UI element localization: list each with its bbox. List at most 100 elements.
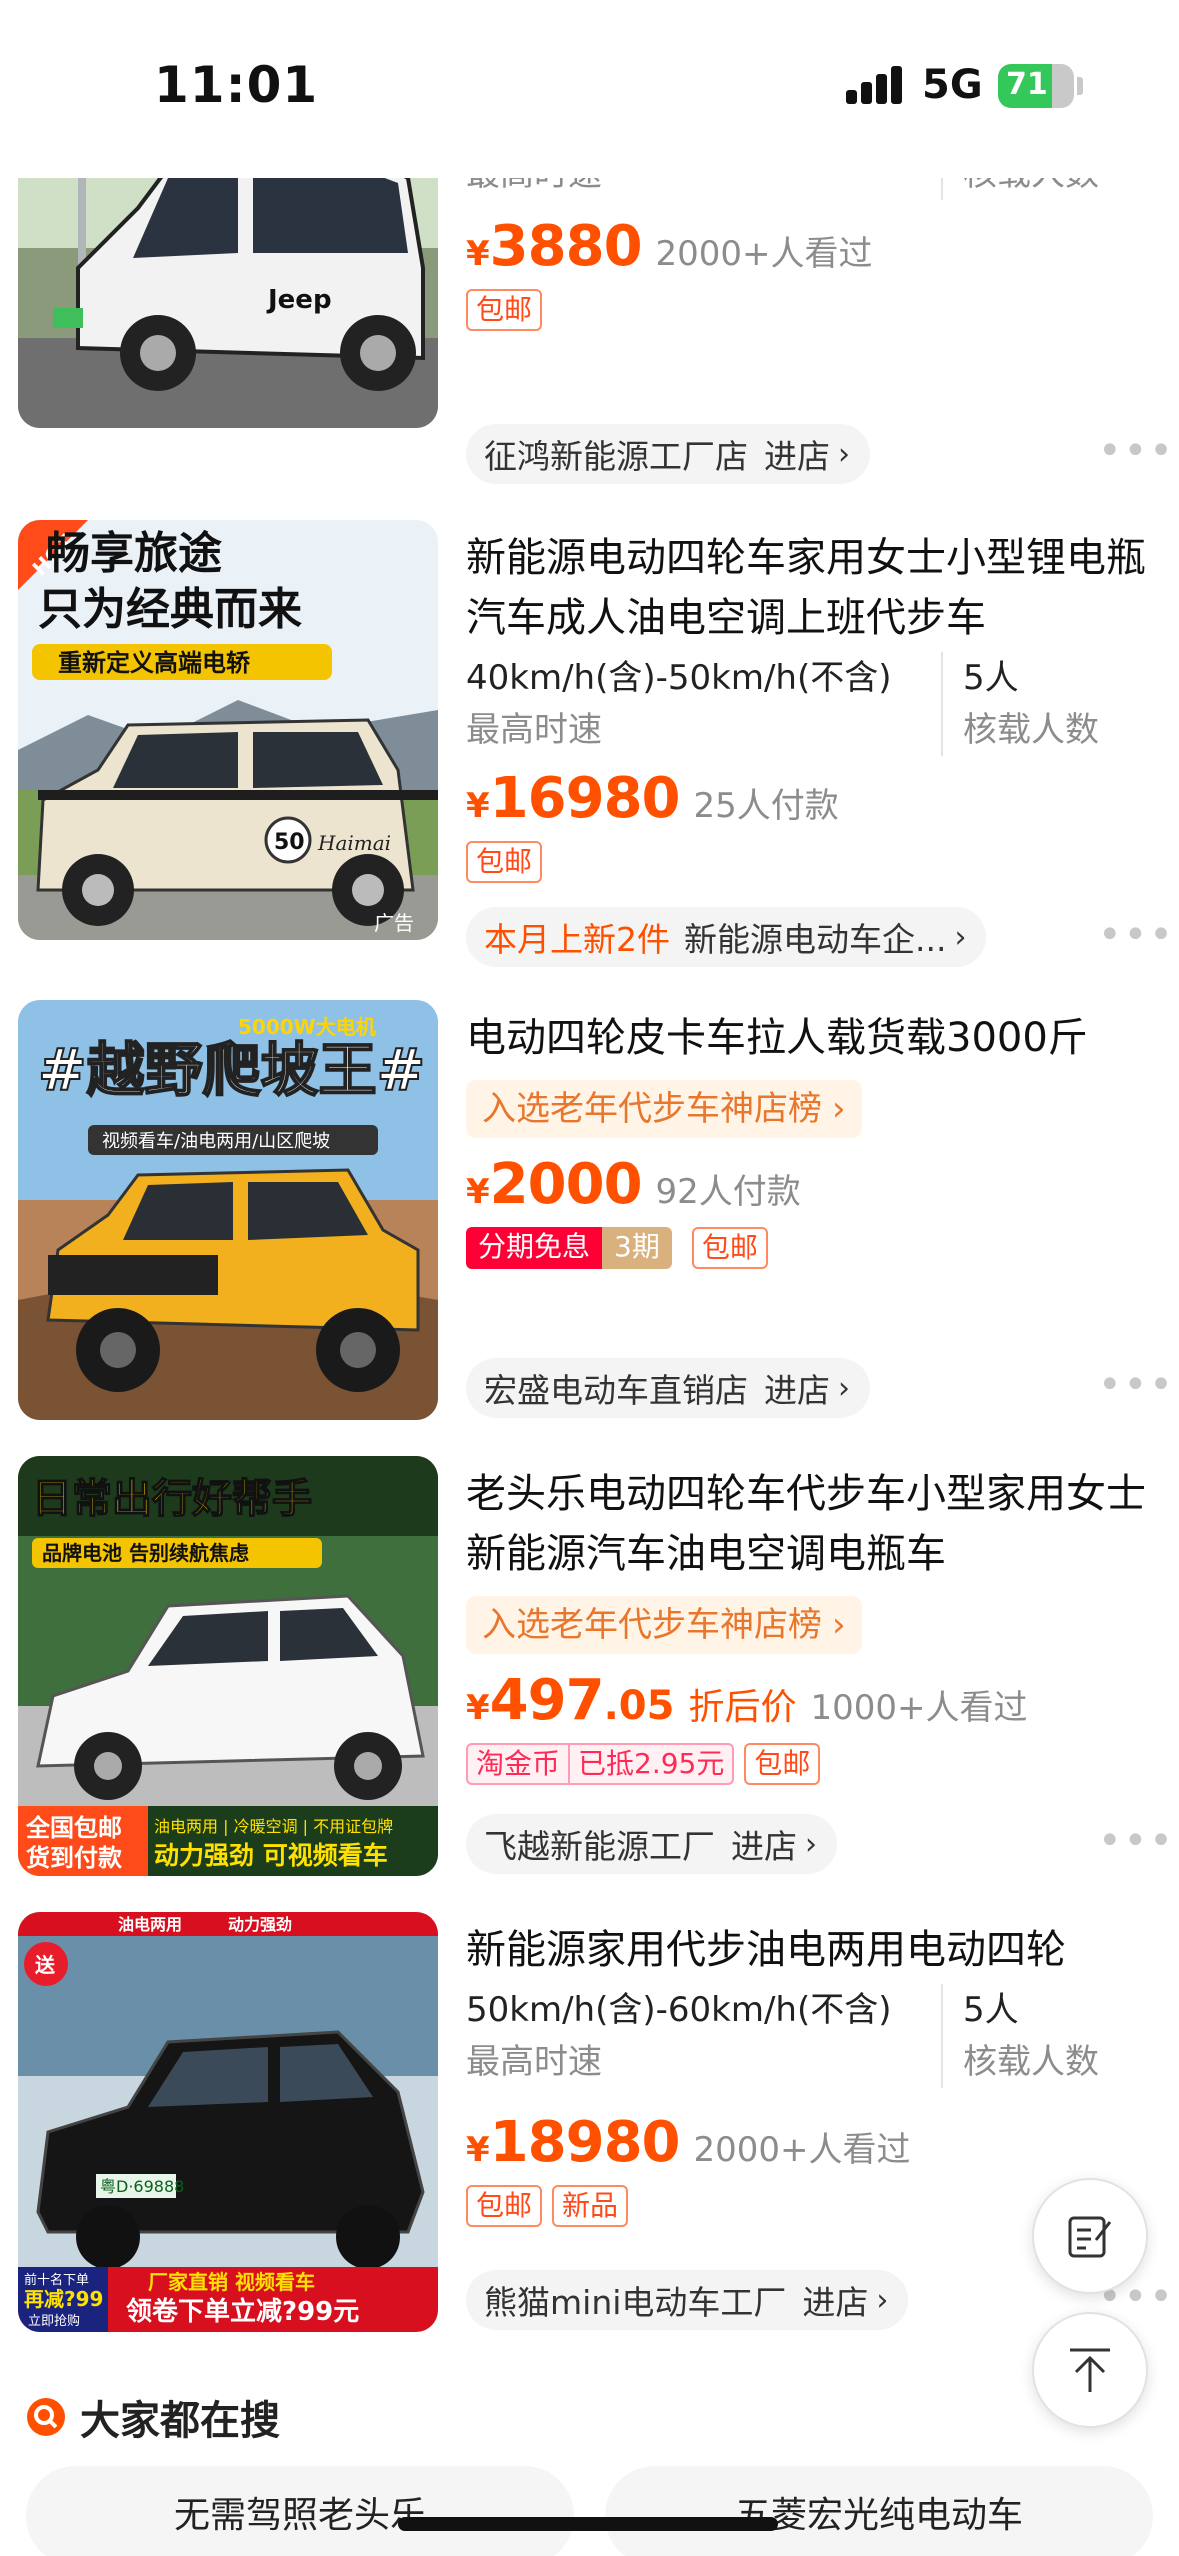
chevron-right-icon: › [805, 1826, 817, 1862]
image-headline: #越野爬坡王# [38, 1036, 425, 1104]
more-icon[interactable]: ••• [1098, 428, 1175, 474]
image-top-2: 动力强劲 [228, 1915, 292, 1934]
spec-capacity-label: 核载人数 [963, 2042, 1099, 2082]
hot-search-label: 大家都在搜 [80, 2398, 280, 2444]
store-enter: 进店 [764, 1371, 830, 1410]
back-to-top-icon [1070, 2348, 1110, 2392]
image-banner: 品牌电池 告别续航焦虑 [42, 1541, 249, 1565]
image-promo-button: 立即抢购 [28, 2313, 80, 2329]
tag-free-shipping: 包邮 [744, 1743, 821, 1785]
search-suggestion[interactable]: 五菱宏光纯电动车 [605, 2466, 1153, 2556]
edit-icon [1068, 2216, 1112, 2258]
product-image[interactable]: #越野爬坡王# 5000W大电机 视频看车/油电两用/山区爬坡 [18, 1000, 438, 1420]
image-plate: 粤D·69888 [100, 2177, 184, 2196]
chevron-right-icon: › [838, 1370, 850, 1406]
image-right-1: 油电两用 | 冷暖空调 | 不用证包牌 [154, 1817, 393, 1836]
product-sold: 1000+人看过 [810, 1688, 1028, 1728]
tag-installment: 分期免息 [466, 1227, 603, 1269]
currency-symbol: ¥ [466, 1172, 490, 1212]
store-name: 新能源电动车企... [684, 920, 947, 959]
battery-percent: 71 [1006, 67, 1048, 102]
product-image[interactable]: 油电两用 动力强劲 送 粤D·69888 前十名下单 再减?99 立即抢购 厂家… [18, 1912, 438, 2332]
network-label: 5G [922, 62, 983, 108]
spec-speed-label: 最高时速 [466, 710, 602, 750]
image-top-1: 油电两用 [118, 1915, 182, 1934]
product-image[interactable]: 日常出行好帮手 品牌电池 告别续航焦虑 全国包邮 货到付款 油电两用 | 冷暖空… [18, 1456, 438, 1876]
spec-speed-value: 40km/h(含)-50km/h(不含) [466, 658, 892, 698]
more-icon[interactable]: ••• [1098, 1362, 1175, 1408]
more-icon[interactable]: ••• [1098, 912, 1175, 958]
product-price: 18980 [489, 2110, 681, 2175]
image-banner: 重新定义高端电轿 [58, 649, 251, 677]
tag-installment-term: 3期 [602, 1227, 672, 1269]
image-headline: 畅享旅途 [46, 528, 222, 579]
product-title[interactable]: 新能源电动四轮车家用女士小型锂电瓶汽车成人油电空调上班代步车 [466, 528, 1156, 648]
tag-free-shipping: 包邮 [466, 841, 543, 883]
tag-coin-value: 已抵2.95元 [570, 1743, 735, 1785]
product-price: 3880 [489, 214, 643, 279]
store-enter: 进店 [802, 2283, 869, 2322]
image-motor: 5000W大电机 [238, 1015, 376, 1039]
product-price: 497 [489, 1668, 605, 1733]
image-headline-2: 只为经典而来 [38, 584, 302, 635]
chevron-right-icon: › [876, 2282, 889, 2318]
chevron-right-icon: › [954, 919, 967, 955]
product-sold: 2000+人看过 [655, 234, 873, 274]
image-footer-2: 领卷下单立减?99元 [126, 2296, 359, 2327]
product-title[interactable]: 新能源家用代步油电两用电动四轮 [466, 1920, 1156, 1980]
signal-icon [846, 66, 904, 104]
store-name: 熊猫mini电动车工厂 [484, 2283, 787, 2322]
store-link[interactable]: 飞越新能源工厂 进店 › [466, 1814, 837, 1874]
tag-free-shipping: 包邮 [466, 289, 543, 331]
home-indicator [398, 2517, 778, 2531]
product-sold: 2000+人看过 [693, 2130, 911, 2170]
rank-label: 入选老年代步车神店榜 [482, 1089, 822, 1129]
store-link[interactable]: 征鸿新能源工厂店 进店 › [466, 424, 870, 484]
edit-button[interactable] [1032, 2178, 1148, 2294]
chevron-right-icon: › [832, 1605, 846, 1645]
store-link[interactable]: 本月上新2件 新能源电动车企... › [466, 907, 987, 967]
store-link[interactable]: 熊猫mini电动车工厂 进店 › [466, 2270, 909, 2330]
image-promo-big: 再减?99 [24, 2287, 103, 2311]
product-title[interactable]: 老头乐电动四轮车代步车小型家用女士新能源汽车油电空调电瓶车 [466, 1464, 1156, 1584]
hot-search-title: 大家都在搜 [26, 2388, 280, 2446]
back-to-top-button[interactable] [1032, 2312, 1148, 2428]
battery-cap [1077, 77, 1083, 95]
spec-capacity-value: 5人 [963, 658, 1019, 698]
rank-badge[interactable]: 入选老年代步车神店榜 › [466, 1080, 862, 1138]
tag-new-item: 新品 [552, 2185, 629, 2227]
product-title[interactable]: 电动四轮皮卡车拉人载货载3000斤 [466, 1008, 1156, 1068]
chevron-right-icon: › [832, 1089, 846, 1129]
svg-text:Jeep: Jeep [266, 285, 332, 315]
rank-label: 入选老年代步车神店榜 [482, 1605, 822, 1645]
search-icon [27, 2398, 65, 2436]
rank-badge[interactable]: 入选老年代步车神店榜 › [466, 1596, 862, 1654]
image-right-2: 动力强劲 可视频看车 [154, 1841, 388, 1870]
spec-speed-value: 50km/h(含)-60km/h(不含) [466, 1990, 892, 2030]
image-gift: 送 [35, 1953, 56, 1977]
spec-speed-label: 最高时速 [466, 2042, 602, 2082]
product-price-decimal: .05 [603, 1683, 675, 1729]
store-link[interactable]: 宏盛电动车直销店 进店 › [466, 1358, 870, 1418]
currency-symbol: ¥ [466, 1688, 490, 1728]
battery-icon: 71 [998, 64, 1074, 108]
product-price: 16980 [489, 766, 681, 831]
currency-symbol: ¥ [466, 2130, 490, 2170]
image-left-1: 全国包邮 [25, 1814, 122, 1842]
image-promo-small: 前十名下单 [24, 2272, 89, 2288]
more-icon[interactable]: ••• [1098, 1818, 1175, 1864]
search-suggestion[interactable]: 无需驾照老头乐 [26, 2466, 574, 2556]
image-headline: 日常出行好帮手 [32, 1476, 312, 1522]
store-name: 征鸿新能源工厂店 [484, 437, 748, 476]
store-name: 飞越新能源工厂 [484, 1827, 715, 1866]
store-enter: 进店 [731, 1827, 797, 1866]
image-subtitle: 视频看车/油电两用/山区爬坡 [102, 1131, 330, 1152]
image-plate: 50 [274, 830, 305, 855]
currency-symbol: ¥ [466, 786, 490, 826]
currency-symbol: ¥ [466, 234, 490, 274]
tag-free-shipping: 包邮 [466, 2185, 543, 2227]
tag-free-shipping: 包邮 [691, 1227, 768, 1269]
store-name: 宏盛电动车直销店 [484, 1371, 748, 1410]
product-image[interactable]: HOT 畅享旅途 只为经典而来 重新定义高端电轿 50 Haimai 广告 [18, 520, 438, 940]
after-discount-label: 折后价 [688, 1687, 797, 1728]
